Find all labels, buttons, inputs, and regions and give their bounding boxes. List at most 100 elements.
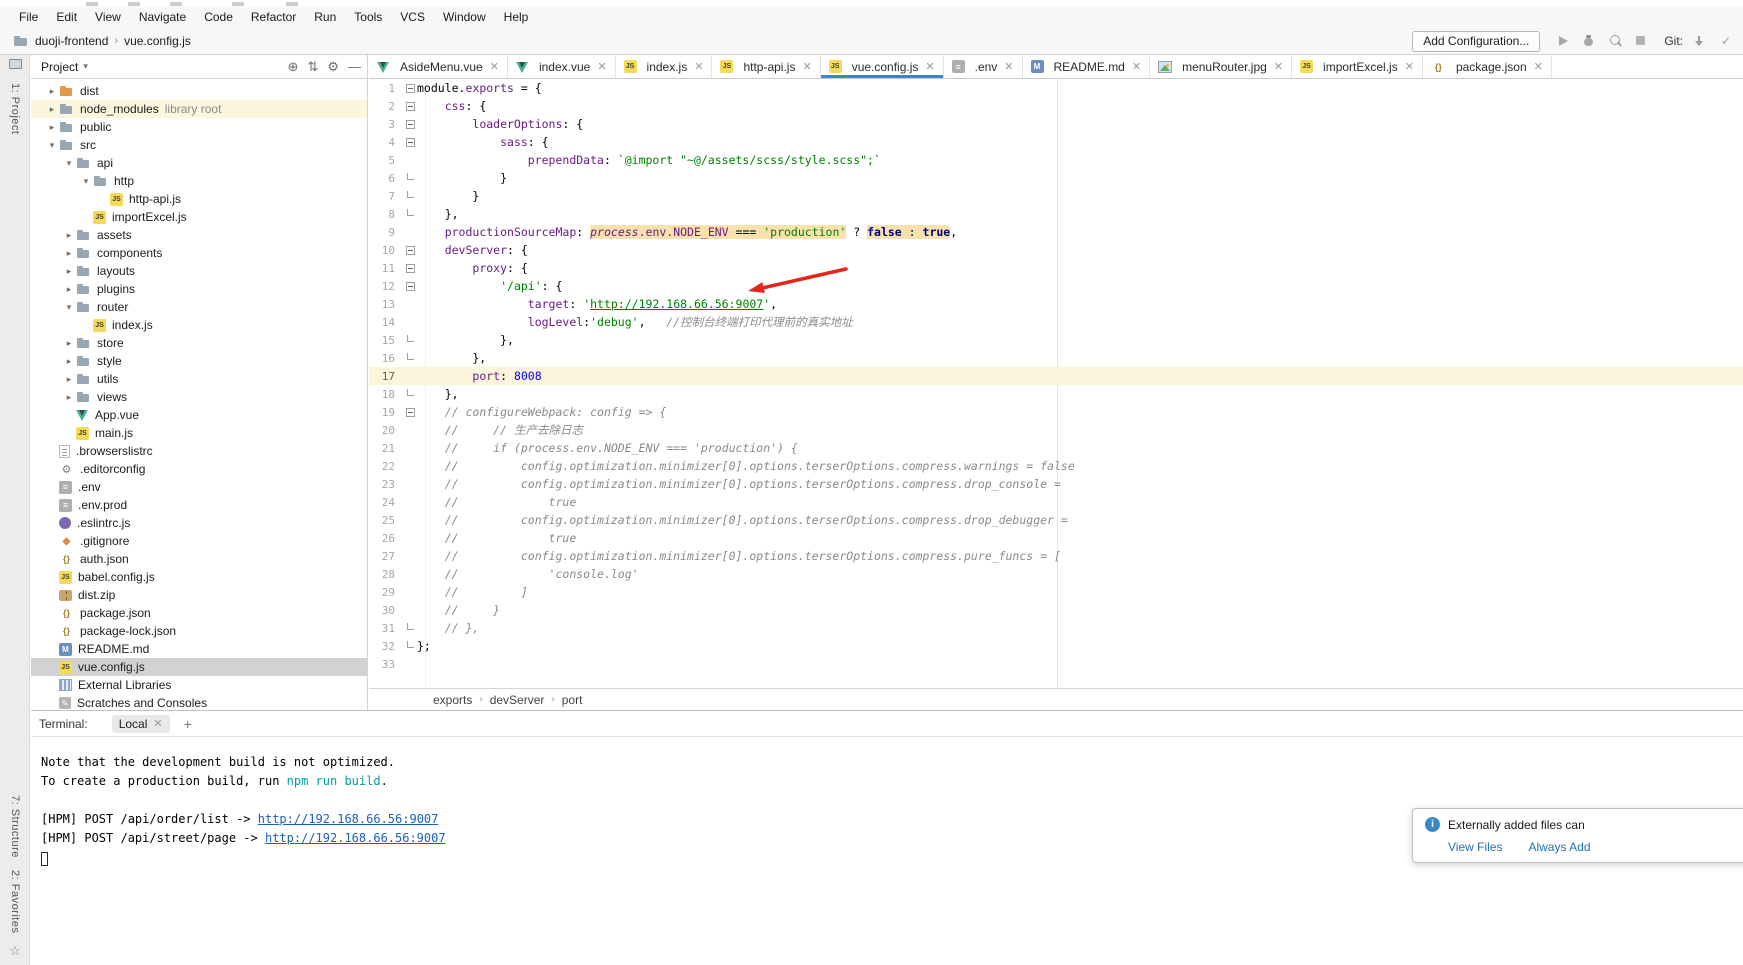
code-line[interactable]: 26 // true	[369, 529, 1743, 547]
tab-index-vue[interactable]: index.vue✕	[508, 55, 616, 78]
code-line[interactable]: 24 // true	[369, 493, 1743, 511]
collapse-all-button[interactable]: ⇅	[307, 59, 318, 75]
chevron-right-icon[interactable]: ▸	[62, 248, 76, 259]
menu-code[interactable]: Code	[195, 10, 242, 24]
tree-item-http-api-js[interactable]: http-api.js	[31, 190, 367, 208]
menu-vcs[interactable]: VCS	[391, 10, 434, 24]
close-icon[interactable]: ✕	[490, 60, 499, 73]
chevron-right-icon[interactable]: ▸	[45, 86, 59, 97]
tree-item-node-modules[interactable]: ▸node_moduleslibrary root	[31, 100, 367, 118]
select-opened-file-button[interactable]: ⊕	[288, 59, 299, 75]
code-line[interactable]: 19 // configureWebpack: config => {	[369, 403, 1743, 421]
chevron-right-icon[interactable]: ▸	[62, 284, 76, 295]
tree-item-vue-config-js[interactable]: vue.config.js	[31, 658, 367, 676]
run-button[interactable]	[1554, 32, 1572, 50]
tree-item-dist[interactable]: ▸dist	[31, 82, 367, 100]
tree-item-scratches-and-consoles[interactable]: Scratches and Consoles	[31, 694, 367, 710]
tab-importexcel-js[interactable]: importExcel.js✕	[1292, 55, 1423, 78]
fold-marker-icon[interactable]	[403, 84, 417, 93]
tree-item-app-vue[interactable]: App.vue	[31, 406, 367, 424]
tree-item-views[interactable]: ▸views	[31, 388, 367, 406]
code-line[interactable]: 28 // 'console.log'	[369, 565, 1743, 583]
code-line[interactable]: 3 loaderOptions: {	[369, 115, 1743, 133]
close-icon[interactable]: ✕	[925, 60, 934, 73]
tree-item-http[interactable]: ▾http	[31, 172, 367, 190]
code-line[interactable]: 20 // // 生产去除日志	[369, 421, 1743, 439]
tree-item-editorconfig[interactable]: .editorconfig	[31, 460, 367, 478]
toolwindow-tab-project[interactable]: 1: Project	[9, 83, 21, 134]
fold-marker-icon[interactable]	[403, 282, 417, 291]
tab-readme-md[interactable]: README.md✕	[1023, 55, 1151, 78]
menu-refactor[interactable]: Refactor	[242, 10, 305, 24]
tab-index-js[interactable]: index.js✕	[616, 55, 713, 78]
toolwindow-tab-structure[interactable]: 7: Structure	[9, 795, 21, 858]
fold-marker-icon[interactable]	[403, 644, 417, 648]
menu-edit[interactable]: Edit	[47, 10, 86, 24]
chevron-right-icon[interactable]: ▸	[62, 266, 76, 277]
tree-item-babel-config-js[interactable]: babel.config.js	[31, 568, 367, 586]
notification-action-always-add[interactable]: Always Add	[1528, 840, 1590, 854]
chevron-down-icon[interactable]: ▾	[62, 158, 76, 169]
tree-item-gitignore[interactable]: .gitignore	[31, 532, 367, 550]
code-line[interactable]: 9 productionSourceMap: process.env.NODE_…	[369, 223, 1743, 241]
close-icon[interactable]: ✕	[694, 60, 703, 73]
terminal-tab-local[interactable]: Local ✕	[112, 715, 170, 733]
stop-button[interactable]	[1632, 32, 1650, 50]
toolwindow-tab-favorites[interactable]: 2: Favorites	[9, 870, 21, 933]
code-line[interactable]: 7 }	[369, 187, 1743, 205]
code-line[interactable]: 1module.exports = {	[369, 79, 1743, 97]
breadcrumb-exports[interactable]: exports	[433, 693, 472, 707]
tree-item-router[interactable]: ▾router	[31, 298, 367, 316]
hide-panel-button[interactable]: —	[348, 59, 361, 74]
settings-gear-icon[interactable]: ⚙	[327, 59, 339, 75]
git-update-button[interactable]	[1691, 32, 1709, 50]
close-icon[interactable]: ✕	[1004, 60, 1013, 73]
close-icon[interactable]: ✕	[597, 60, 606, 73]
tree-item-main-js[interactable]: main.js	[31, 424, 367, 442]
code-line[interactable]: 2 css: {	[369, 97, 1743, 115]
tree-item-assets[interactable]: ▸assets	[31, 226, 367, 244]
fold-marker-icon[interactable]	[403, 264, 417, 273]
code-line[interactable]: 32};	[369, 637, 1743, 655]
terminal-link[interactable]: http://192.168.66.56:9007	[265, 831, 446, 845]
fold-marker-icon[interactable]	[403, 626, 417, 630]
code-line[interactable]: 18 },	[369, 385, 1743, 403]
code-line[interactable]: 4 sass: {	[369, 133, 1743, 151]
tree-item-layouts[interactable]: ▸layouts	[31, 262, 367, 280]
code-line[interactable]: 11 proxy: {	[369, 259, 1743, 277]
fold-marker-icon[interactable]	[403, 356, 417, 360]
notification-action-view-files[interactable]: View Files	[1448, 840, 1502, 854]
tree-item-external-libraries[interactable]: External Libraries	[31, 676, 367, 694]
project-panel-title[interactable]: Project	[41, 60, 78, 74]
breadcrumb-project[interactable]: duoji-frontend	[35, 34, 108, 48]
chevron-down-icon[interactable]: ▾	[79, 176, 93, 187]
code-line[interactable]: 21 // if (process.env.NODE_ENV === 'prod…	[369, 439, 1743, 457]
code-line[interactable]: 16 },	[369, 349, 1743, 367]
search-everywhere-button[interactable]	[1606, 32, 1624, 50]
menu-navigate[interactable]: Navigate	[130, 10, 195, 24]
code-line[interactable]: 15 },	[369, 331, 1743, 349]
fold-marker-icon[interactable]	[403, 212, 417, 216]
close-icon[interactable]: ✕	[1132, 60, 1141, 73]
code-line[interactable]: 25 // config.optimization.minimizer[0].o…	[369, 511, 1743, 529]
code-line[interactable]: 22 // config.optimization.minimizer[0].o…	[369, 457, 1743, 475]
chevron-down-icon[interactable]: ▾	[83, 61, 88, 72]
chevron-right-icon[interactable]: ▸	[62, 374, 76, 385]
chevron-right-icon[interactable]: ▸	[45, 122, 59, 133]
code-line[interactable]: 31 // },	[369, 619, 1743, 637]
tree-item-style[interactable]: ▸style	[31, 352, 367, 370]
tree-item-readme-md[interactable]: README.md	[31, 640, 367, 658]
tree-item-utils[interactable]: ▸utils	[31, 370, 367, 388]
code-line[interactable]: 27 // config.optimization.minimizer[0].o…	[369, 547, 1743, 565]
menu-window[interactable]: Window	[434, 10, 495, 24]
menu-view[interactable]: View	[86, 10, 130, 24]
project-toolwindow-icon[interactable]	[9, 59, 22, 69]
tree-item-package-json[interactable]: package.json	[31, 604, 367, 622]
chevron-right-icon[interactable]: ▸	[62, 338, 76, 349]
terminal-link[interactable]: http://192.168.66.56:9007	[258, 812, 439, 826]
tree-item-index-js[interactable]: index.js	[31, 316, 367, 334]
close-icon[interactable]: ✕	[1274, 60, 1283, 73]
fold-marker-icon[interactable]	[403, 408, 417, 417]
fold-marker-icon[interactable]	[403, 102, 417, 111]
tab-vue-config-js[interactable]: vue.config.js✕	[821, 55, 944, 78]
